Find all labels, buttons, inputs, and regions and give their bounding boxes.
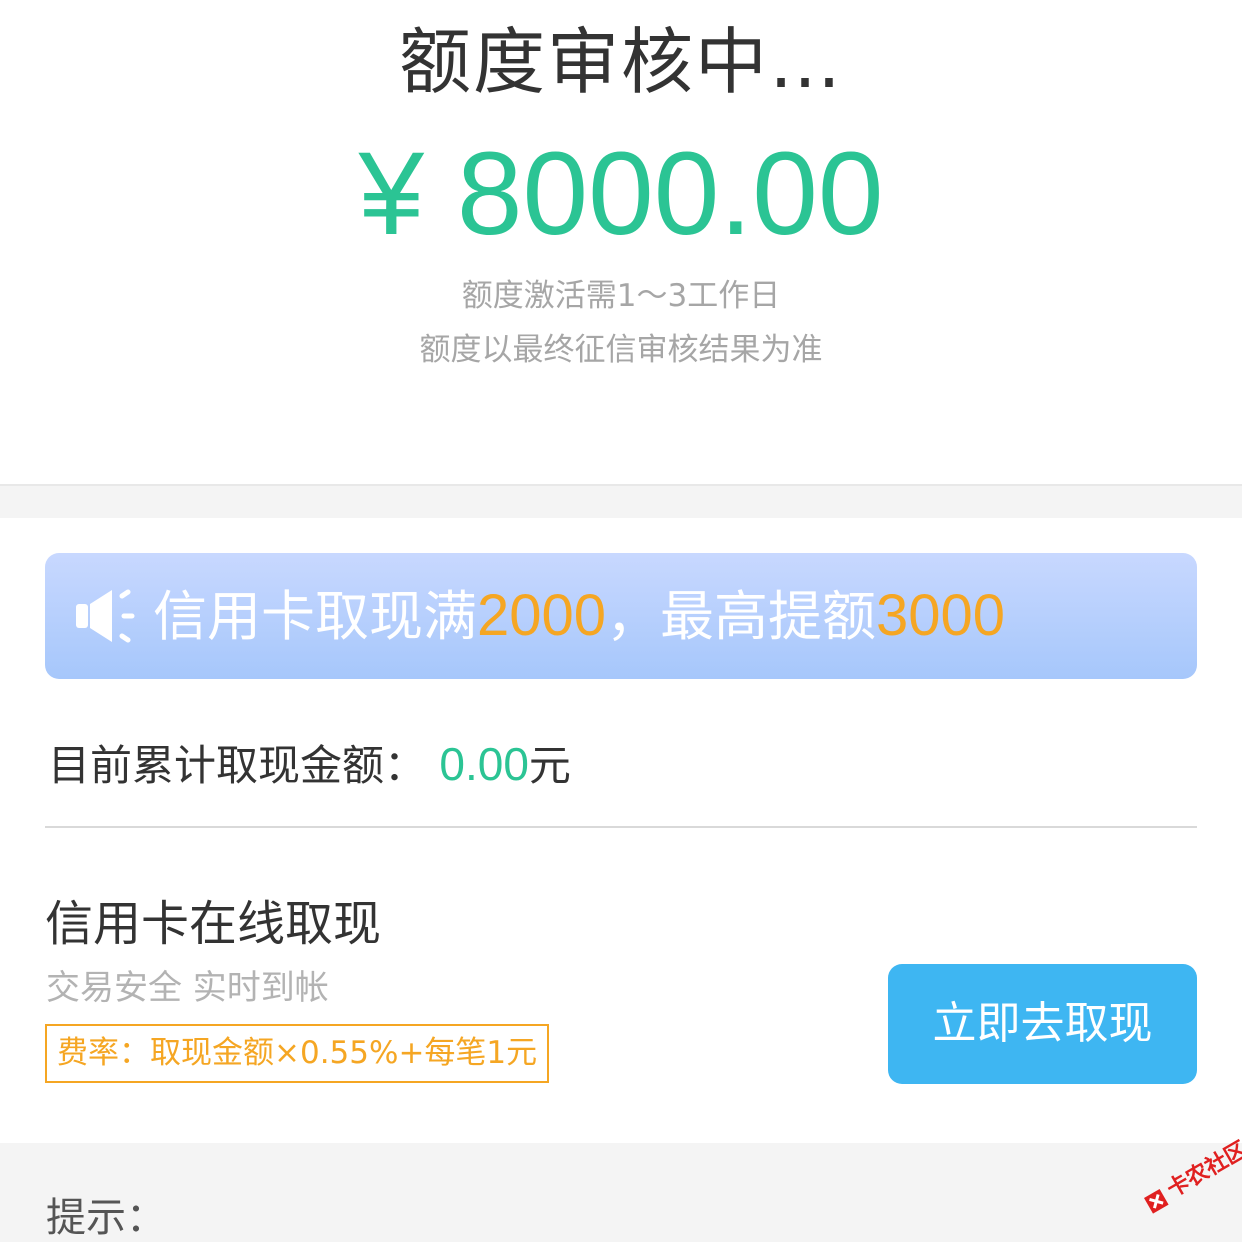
activation-note: 额度激活需1～3工作日	[461, 278, 781, 314]
credit-note: 额度以最终征信审核结果为准	[419, 332, 823, 368]
speaker-icon	[76, 589, 135, 643]
cumulative-label: 目前累计取现金额：	[48, 741, 427, 790]
quota-amount: ¥ 8000.00	[358, 128, 884, 260]
divider	[45, 826, 1197, 828]
quota-header: 额度审核中… ¥ 8000.00 额度激活需1～3工作日 额度以最终征信审核结果…	[0, 0, 1242, 484]
tips-section	[0, 1143, 1242, 1242]
fee-rate-badge: 费率：取现金额×0.55%+每笔1元	[45, 1024, 550, 1083]
promo-threshold: 2000	[477, 583, 607, 648]
promo-text: 信用卡取现满2000，最高提额3000	[153, 580, 1005, 653]
withdraw-now-button[interactable]: 立即去取现	[888, 964, 1197, 1084]
promo-max-increase: 3000	[876, 583, 1006, 648]
online-cash-subtitle: 交易安全 实时到帐	[46, 968, 329, 1008]
cumulative-amount-row: 目前累计取现金额： 0.00元	[48, 734, 571, 796]
cumulative-unit: 元	[528, 741, 571, 790]
promo-text-part2: ，最高提额	[606, 585, 877, 648]
cumulative-value: 0.00	[439, 738, 529, 790]
online-cash-title: 信用卡在线取现	[45, 896, 382, 952]
promo-text-part1: 信用卡取现满	[153, 585, 477, 648]
tips-label: 提示：	[46, 1195, 166, 1241]
page-title: 额度审核中…	[398, 20, 843, 104]
section-divider	[0, 484, 1242, 518]
